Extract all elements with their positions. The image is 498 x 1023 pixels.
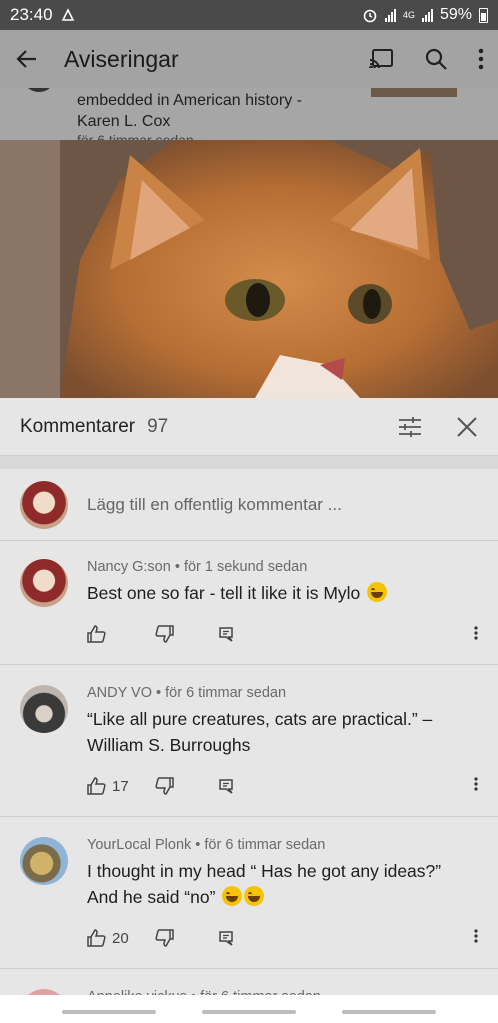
comment-text: I thought in my head “ Has he got any id… <box>87 858 472 910</box>
thumbs-down-icon <box>155 777 174 795</box>
reply-comment-icon <box>219 931 233 946</box>
search-icon[interactable] <box>424 47 448 71</box>
dislike-button[interactable] <box>155 777 218 795</box>
comment-item: Nancy G:son • för 1 sekund sedan Best on… <box>0 541 498 665</box>
notification-item-peek: embedded in American history - Karen L. … <box>0 88 498 140</box>
comment-meta: Nancy G:son • för 1 sekund sedan <box>87 559 308 575</box>
laughing-emoji-icon <box>367 582 388 602</box>
battery-percent: 59% <box>439 6 472 23</box>
sweat-smile-emoji-icon <box>222 886 243 906</box>
app-bar: Aviseringar <box>0 30 498 88</box>
more-vert-icon[interactable] <box>478 48 484 70</box>
divider <box>0 456 498 469</box>
avatar <box>20 480 68 529</box>
cast-icon[interactable] <box>368 48 394 70</box>
comments-title: Kommentarer <box>20 415 136 437</box>
like-count: 17 <box>112 777 129 795</box>
back-nav-button[interactable] <box>342 1010 436 1014</box>
comment-text-content: Best one so far - tell it like it is Myl… <box>87 583 361 603</box>
add-comment-input[interactable]: Lägg till en offentlig kommentar ... <box>87 495 342 515</box>
comments-panel: Kommentarer 97 Lägg till en offentlig ko… <box>0 398 498 999</box>
home-nav-button[interactable] <box>202 1010 296 1014</box>
avatar <box>22 88 56 92</box>
thumbs-down-icon <box>155 625 174 643</box>
signal-icon-2 <box>421 8 433 22</box>
notification-thumbnail <box>371 88 457 97</box>
sweat-smile-emoji-icon <box>244 886 265 906</box>
like-button[interactable] <box>87 625 155 643</box>
comment-item: YourLocal Plonk • för 6 timmar sedan I t… <box>0 817 498 969</box>
notification-text: embedded in American history - Karen L. … <box>77 90 302 132</box>
notification-time: för 6 timmar sedan <box>77 132 194 140</box>
back-arrow-icon[interactable] <box>14 46 40 72</box>
avatar[interactable] <box>20 685 68 733</box>
comment-text: “Like all pure creatures, cats are pract… <box>87 709 433 755</box>
sort-filter-icon[interactable] <box>398 416 422 438</box>
reply-comment-icon <box>219 627 233 642</box>
avatar[interactable] <box>20 559 68 607</box>
video-player[interactable] <box>0 140 498 398</box>
battery-icon <box>479 7 488 23</box>
thumbs-down-icon <box>155 929 174 947</box>
clock: 23:40 <box>10 5 53 24</box>
close-icon[interactable] <box>456 416 478 438</box>
recents-nav-button[interactable] <box>62 1010 156 1014</box>
thumbs-up-icon <box>87 929 106 947</box>
dislike-button[interactable] <box>155 625 218 643</box>
reply-comment-icon <box>219 779 233 794</box>
comment-item: ANDY VO • för 6 timmar sedan “Like all p… <box>0 665 498 817</box>
more-vert-icon[interactable] <box>474 626 478 640</box>
comments-count: 97 <box>147 415 169 437</box>
dislike-button[interactable] <box>155 929 218 947</box>
reply-button[interactable] <box>218 778 234 794</box>
comment-meta: YourLocal Plonk • för 6 timmar sedan <box>87 837 326 853</box>
status-bar: 23:40 4G 59% <box>0 0 498 30</box>
alarm-icon <box>363 9 377 23</box>
signal-icon <box>384 8 396 22</box>
cat-video-frame <box>0 140 498 398</box>
like-count: 20 <box>112 929 129 947</box>
reply-button[interactable] <box>218 626 234 642</box>
comment-meta: ANDY VO • för 6 timmar sedan <box>87 685 287 701</box>
reply-button[interactable] <box>218 930 234 946</box>
notification-text-line: Karen L. Cox <box>77 113 171 130</box>
add-comment-row[interactable]: Lägg till en offentlig kommentar ... <box>0 469 498 541</box>
like-button[interactable]: 17 <box>87 777 155 795</box>
more-vert-icon[interactable] <box>474 929 478 943</box>
system-nav-bar <box>0 995 498 1023</box>
thumbs-up-icon <box>87 777 106 795</box>
page-title: Aviseringar <box>64 45 179 72</box>
avatar[interactable] <box>20 837 68 885</box>
comment-text-content: I thought in my head “ Has he got any id… <box>87 861 442 907</box>
notification-icon <box>61 8 74 21</box>
comment-text: Best one so far - tell it like it is Myl… <box>87 580 388 606</box>
notification-text-line: embedded in American history - <box>77 92 302 109</box>
more-vert-icon[interactable] <box>474 777 478 791</box>
network-type: 4G <box>402 10 415 20</box>
thumbs-up-icon <box>87 625 106 643</box>
like-button[interactable]: 20 <box>87 929 155 947</box>
comments-header: Kommentarer 97 <box>0 398 498 456</box>
